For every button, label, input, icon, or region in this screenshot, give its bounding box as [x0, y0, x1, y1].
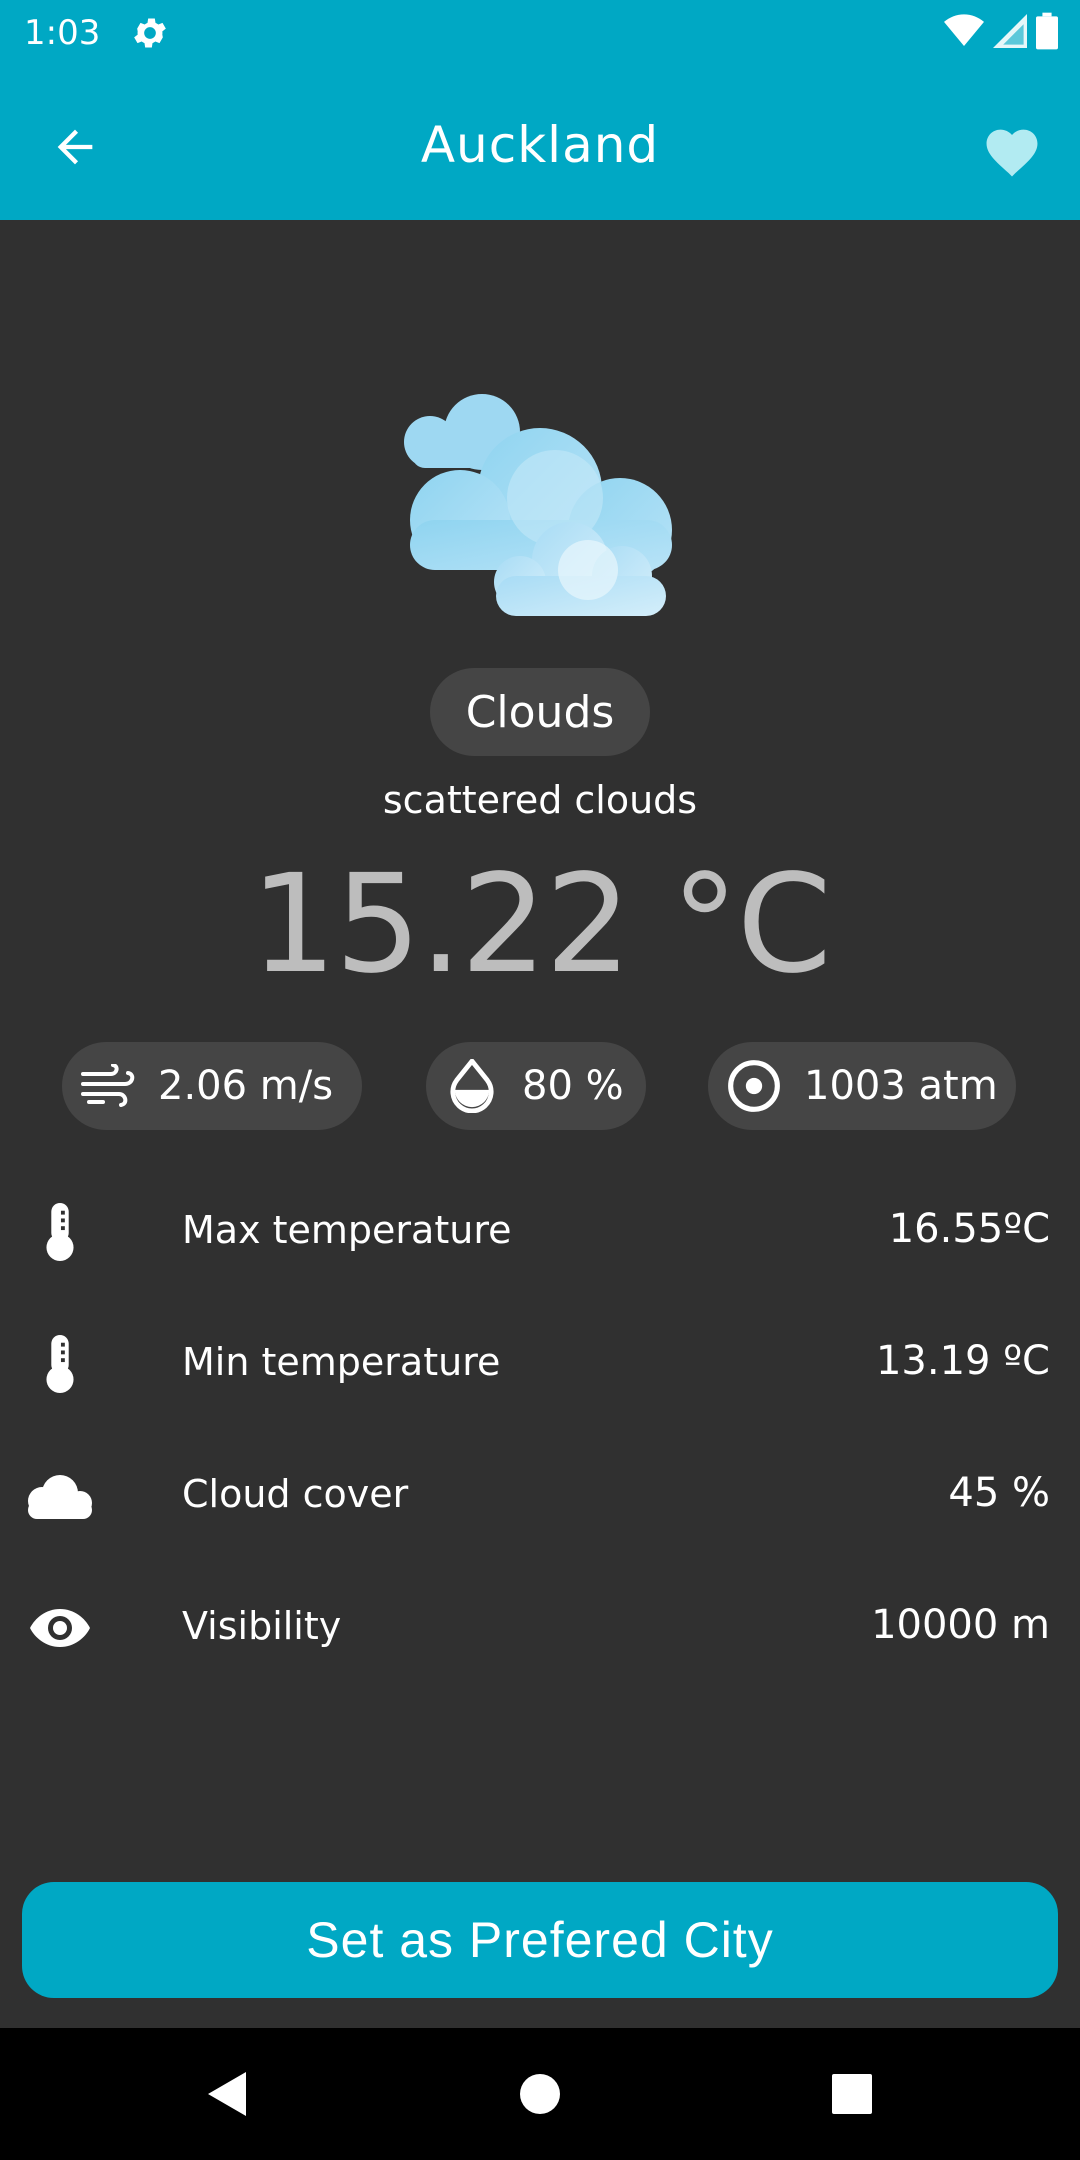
- pressure-value: 1003 atm: [804, 1063, 998, 1109]
- pressure-chip: 1003 atm: [708, 1042, 1016, 1130]
- wifi-icon: [944, 14, 984, 52]
- status-bar: 1:03: [0, 0, 1080, 66]
- page-title: Auckland: [420, 116, 660, 174]
- humidity-chip: 80 %: [426, 1042, 646, 1130]
- app-bar: Auckland: [0, 66, 1080, 220]
- nav-home-icon: [520, 2074, 560, 2114]
- detail-row-cloud-cover: Cloud cover 45 %: [0, 1430, 1080, 1562]
- thermometer-icon: [22, 1200, 98, 1264]
- detail-label: Cloud cover: [182, 1472, 409, 1516]
- nav-back-button[interactable]: [198, 2064, 258, 2124]
- pressure-target-icon: [722, 1054, 786, 1118]
- detail-value: 16.55ºC: [888, 1206, 1050, 1252]
- scattered-clouds-icon: [390, 380, 690, 630]
- cloud-icon: [22, 1464, 98, 1528]
- weather-description: scattered clouds: [382, 778, 698, 822]
- weather-main-chip: Clouds: [430, 668, 650, 756]
- detail-value: 45 %: [948, 1470, 1050, 1516]
- detail-label: Min temperature: [182, 1340, 501, 1384]
- thermometer-icon: [22, 1332, 98, 1396]
- status-icons: [944, 12, 1058, 54]
- water-drop-icon: [440, 1054, 504, 1118]
- detail-row-min-temperature: Min temperature 13.19 ºC: [0, 1298, 1080, 1430]
- favorite-button[interactable]: [972, 110, 1052, 190]
- detail-value: 13.19 ºC: [875, 1338, 1050, 1384]
- status-time: 1:03: [24, 13, 101, 53]
- current-temperature: 15.22 °C: [250, 846, 832, 1004]
- nav-recents-icon: [832, 2074, 872, 2114]
- detail-label: Visibility: [182, 1604, 342, 1648]
- eye-icon: [22, 1596, 98, 1660]
- battery-icon: [1036, 12, 1058, 54]
- nav-recents-button[interactable]: [822, 2064, 882, 2124]
- wind-icon: [76, 1054, 140, 1118]
- nav-home-button[interactable]: [510, 2064, 570, 2124]
- detail-row-visibility: Visibility 10000 m: [0, 1562, 1080, 1694]
- detail-row-max-temperature: Max temperature 16.55ºC: [0, 1166, 1080, 1298]
- wind-chip: 2.06 m/s: [62, 1042, 362, 1130]
- humidity-value: 80 %: [522, 1063, 624, 1109]
- detail-value: 10000 m: [871, 1602, 1050, 1648]
- nav-back-icon: [208, 2072, 246, 2116]
- set-preferred-city-button[interactable]: Set as Prefered City: [22, 1882, 1058, 1998]
- settings-gear-icon: [130, 13, 170, 53]
- detail-label: Max temperature: [182, 1208, 512, 1252]
- wind-value: 2.06 m/s: [158, 1063, 334, 1109]
- system-nav-bar: [0, 2028, 1080, 2160]
- heart-icon: [986, 129, 1038, 177]
- cell-signal-icon: [992, 14, 1028, 52]
